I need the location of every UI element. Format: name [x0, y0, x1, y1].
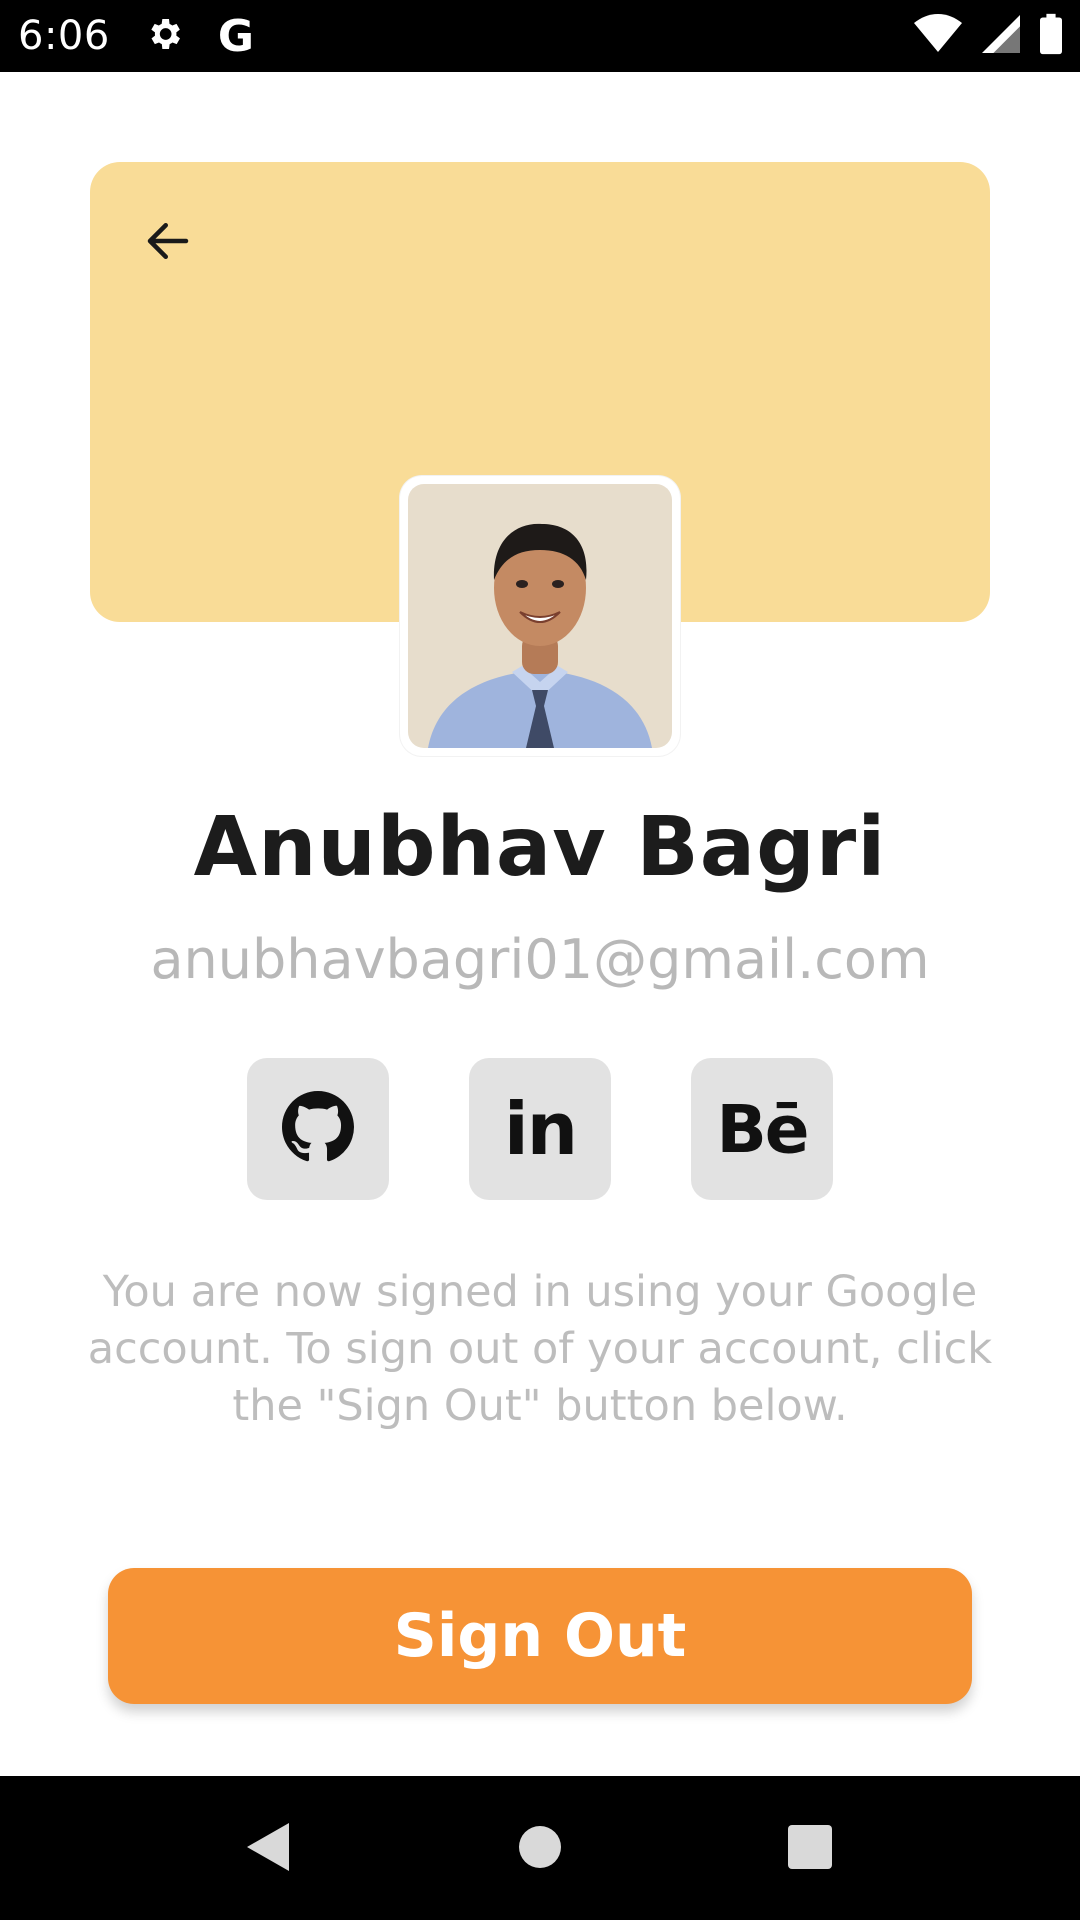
- arrow-left-icon: [141, 214, 195, 271]
- settings-icon: [144, 14, 184, 58]
- signed-in-info-text: You are now signed in using your Google …: [87, 1267, 993, 1431]
- nav-back-button[interactable]: [232, 1812, 304, 1884]
- system-nav-bar: [0, 1776, 1080, 1920]
- status-bar: 6:06 G: [0, 0, 1080, 72]
- battery-icon: [1040, 13, 1062, 59]
- github-button[interactable]: [247, 1058, 389, 1200]
- linkedin-icon: in: [504, 1087, 578, 1171]
- avatar: [408, 484, 672, 748]
- nav-home-button[interactable]: [504, 1812, 576, 1884]
- profile-email: anubhavbagri01@gmail.com: [150, 928, 930, 991]
- profile-screen: 6:06 G Anubhav Bagri anubhavbagri01@gmai…: [0, 0, 1080, 1920]
- back-button[interactable]: [132, 206, 204, 278]
- github-icon: [282, 1091, 354, 1167]
- behance-button[interactable]: Bē: [691, 1058, 833, 1200]
- status-time: 6:06: [18, 13, 110, 59]
- back-triangle-icon: [243, 1821, 293, 1876]
- status-right: [914, 13, 1062, 59]
- sign-out-button[interactable]: Sign Out: [108, 1568, 972, 1704]
- behance-icon: Bē: [716, 1090, 809, 1168]
- profile-name: Anubhav Bagri: [193, 800, 887, 895]
- home-circle-icon: [517, 1824, 563, 1873]
- status-left: 6:06 G: [18, 11, 254, 62]
- linkedin-button[interactable]: in: [469, 1058, 611, 1200]
- signal-icon: [982, 14, 1020, 58]
- recents-square-icon: [787, 1824, 833, 1873]
- nav-recents-button[interactable]: [774, 1812, 846, 1884]
- social-links: in Bē: [0, 1058, 1080, 1200]
- wifi-icon: [914, 14, 962, 58]
- avatar-frame: [400, 476, 680, 756]
- google-g-icon: G: [217, 10, 254, 62]
